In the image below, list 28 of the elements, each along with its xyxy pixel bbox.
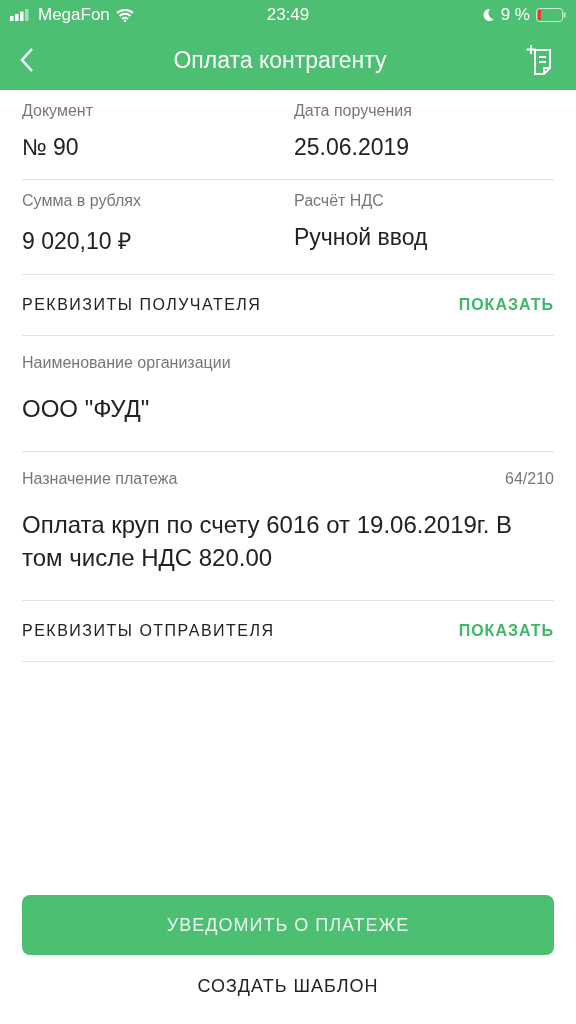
show-link[interactable]: ПОКАЗАТЬ bbox=[458, 296, 554, 314]
moon-icon bbox=[481, 8, 495, 22]
field-label: Документ bbox=[22, 102, 94, 120]
field-label: Наименование организации bbox=[22, 354, 232, 372]
carrier-name: MegaFon bbox=[38, 5, 110, 25]
screen-title: Оплата контрагенту bbox=[172, 46, 388, 74]
field-value: № 90 bbox=[22, 134, 80, 161]
status-time: 23:49 bbox=[265, 5, 311, 25]
field-label: Дата поручения bbox=[294, 102, 413, 120]
show-link[interactable]: ПОКАЗАТЬ bbox=[458, 622, 554, 640]
field-label: Сумма в рублях bbox=[22, 192, 142, 210]
field-value: 25.06.2019 bbox=[294, 134, 411, 161]
character-counter: 64/210 bbox=[505, 470, 554, 488]
field-label: Расчёт НДС bbox=[294, 192, 385, 210]
payment-purpose: Оплата круп по счету 6016 от 19.06.2019г. В том числе НДС 820.00 bbox=[22, 510, 514, 573]
back-icon[interactable] bbox=[20, 47, 34, 73]
battery-icon bbox=[536, 8, 566, 22]
section-title: РЕКВИЗИТЫ ОТПРАВИТЕЛЯ bbox=[22, 622, 275, 640]
field-value: 9 020,10 ₽ bbox=[22, 227, 132, 256]
create-template-button[interactable]: СОЗДАТЬ ШАБЛОН bbox=[191, 975, 385, 998]
battery-percent: 9 % bbox=[500, 5, 530, 25]
field-label: Назначение платежа bbox=[22, 470, 178, 488]
field-value: Ручной ввод bbox=[294, 224, 429, 251]
wifi-icon bbox=[115, 8, 134, 22]
notify-button[interactable]: УВЕДОМИТЬ О ПЛАТЕЖЕ bbox=[22, 895, 554, 955]
organization-name: ООО "ФУД" bbox=[22, 394, 151, 424]
section-title: РЕКВИЗИТЫ ПОЛУЧАТЕЛЯ bbox=[22, 296, 262, 314]
signal-icon bbox=[10, 9, 32, 21]
